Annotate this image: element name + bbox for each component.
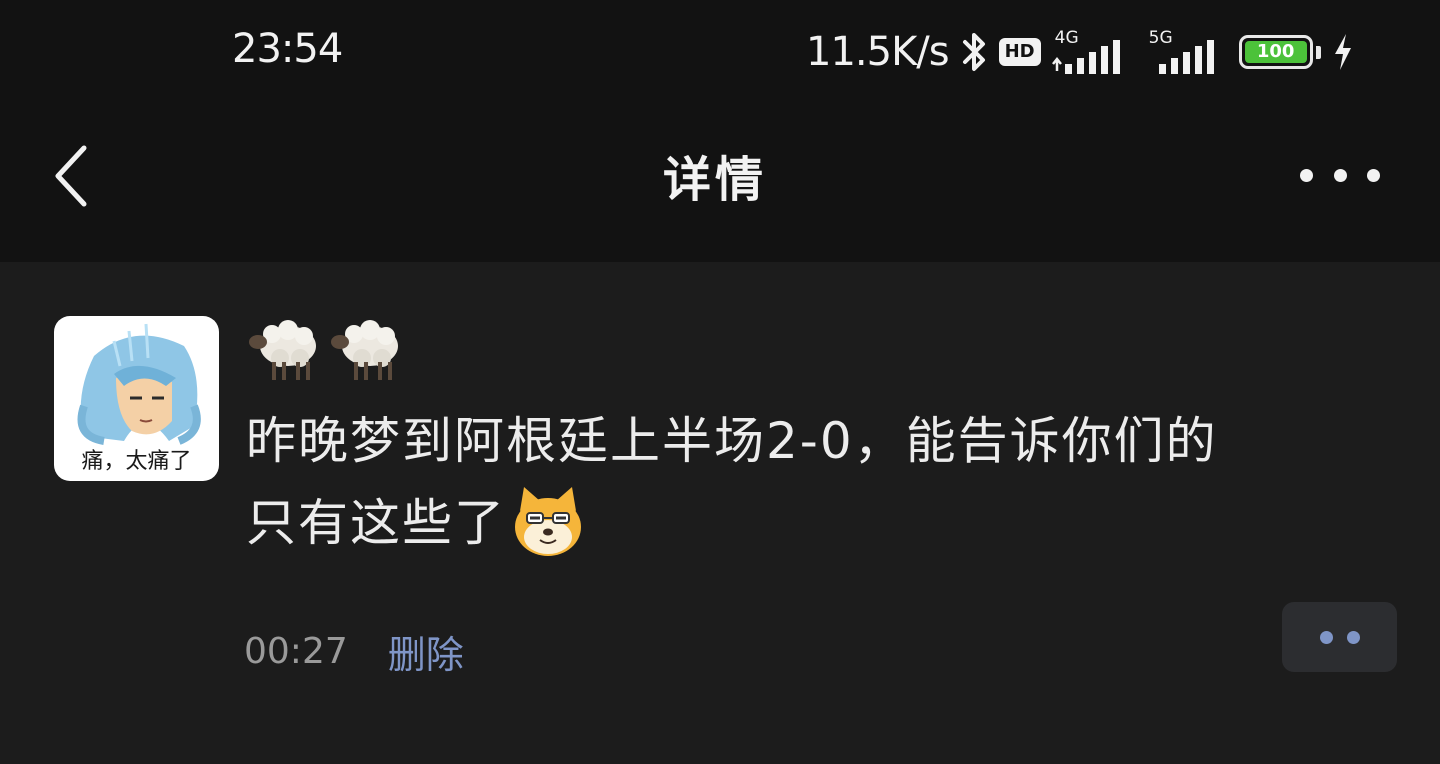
- post-meta: 00:27 删除: [244, 624, 464, 679]
- status-icons: 11.5K/s HD 4G 5G 100: [806, 24, 1355, 80]
- status-time: 23:54: [232, 26, 343, 72]
- page-title: 详情: [662, 152, 767, 208]
- more-button[interactable]: [1300, 160, 1380, 190]
- avatar[interactable]: 痛，太痛了: [54, 316, 219, 481]
- post-text: 昨晚梦到阿根廷上半场2-0，能告诉你们的 只有这些了: [246, 400, 1376, 565]
- signal-4g-icon: 4G: [1051, 28, 1135, 76]
- signal-5g-icon: 5G: [1145, 28, 1229, 76]
- comment-button[interactable]: [1282, 602, 1397, 672]
- more-dots-icon: [1300, 168, 1313, 182]
- chevron-left-icon: [55, 145, 87, 207]
- sheep-emoji: [331, 320, 398, 380]
- battery-icon: 100: [1238, 35, 1321, 69]
- back-button[interactable]: [46, 140, 106, 210]
- battery-level: 100: [1244, 41, 1307, 63]
- lightning-icon: [1334, 34, 1351, 70]
- bluetooth-icon: [962, 33, 985, 71]
- doge-emoji: [515, 486, 581, 556]
- post-text-line-2: 只有这些了: [246, 494, 506, 552]
- post-text-line-1: 昨晚梦到阿根廷上半场2-0，能告诉你们的: [246, 412, 1218, 470]
- post-time: 00:27: [244, 631, 348, 672]
- hd-badge: HD: [998, 38, 1041, 66]
- delete-link[interactable]: 删除: [388, 624, 464, 679]
- avatar-caption: 痛，太痛了: [81, 449, 192, 474]
- comment-dots-icon: [1319, 630, 1333, 644]
- emoji-row: [246, 310, 402, 382]
- network-speed: 11.5K/s: [806, 29, 950, 75]
- sheep-emoji: [249, 320, 316, 380]
